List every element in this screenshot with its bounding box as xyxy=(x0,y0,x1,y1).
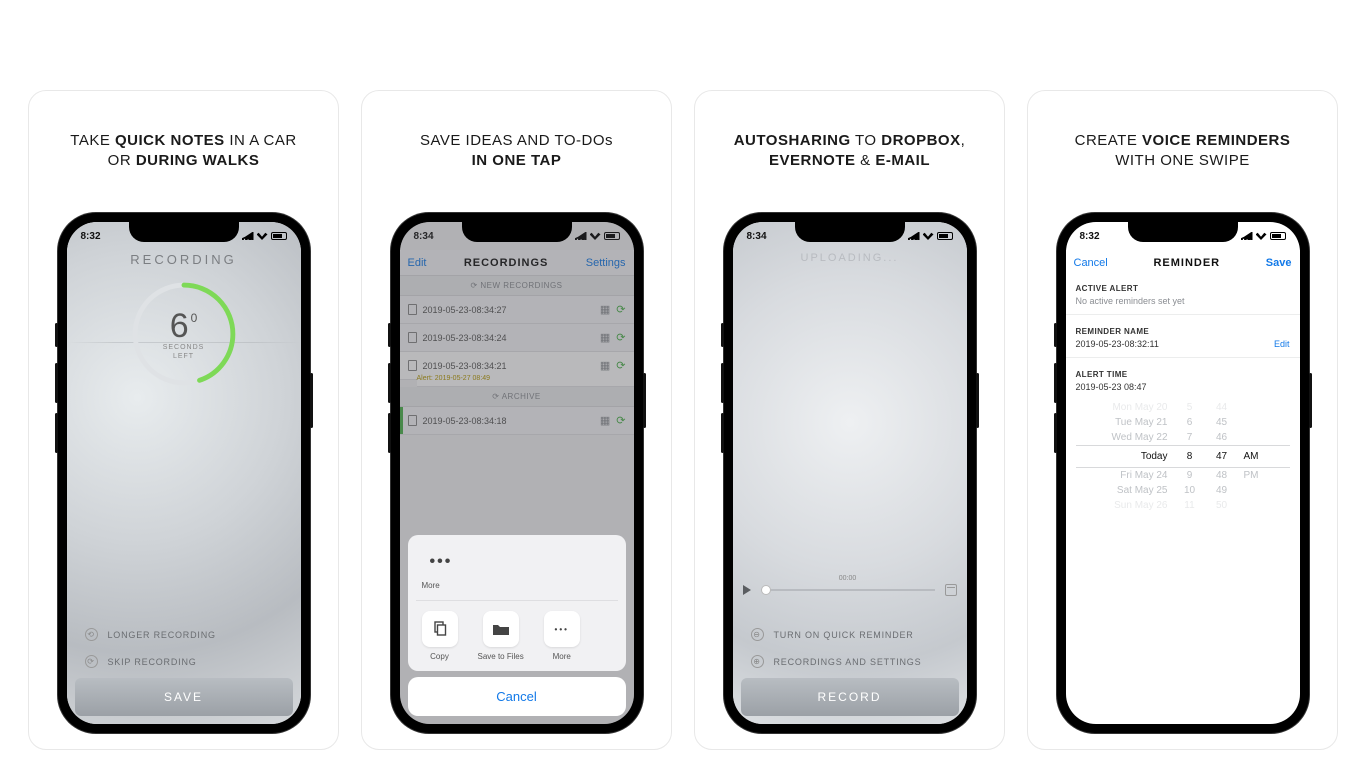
recordings-settings-row[interactable]: ⊕ RECORDINGS AND SETTINGS xyxy=(741,651,959,672)
caption-2: SAVE IDEAS AND TO-DOs IN ONE TAP xyxy=(402,131,631,173)
skip-icon: ⟳ xyxy=(85,655,98,668)
caption-3: AUTOSHARING TO DROPBOX, EVERNOTE & E-MAI… xyxy=(716,131,984,173)
promo-card-1: TAKE QUICK NOTES IN A CAR OR DURING WALK… xyxy=(28,90,339,750)
copy-icon xyxy=(422,611,458,647)
alert-time-label: ALERT TIME xyxy=(1076,370,1290,379)
phone-mock-4: 8:32 Cancel REMINDER Save ACTIVE ALERT N… xyxy=(1057,213,1309,733)
more-label: More xyxy=(422,581,440,590)
status-time: 8:34 xyxy=(747,231,767,242)
promo-card-4: CREATE VOICE REMINDERS WITH ONE SWIPE 8:… xyxy=(1027,90,1338,750)
battery-icon xyxy=(937,232,953,240)
slider-knob[interactable] xyxy=(761,585,771,595)
screenshot-gallery: TAKE QUICK NOTES IN A CAR OR DURING WALK… xyxy=(0,0,1366,760)
quick-reminder-row[interactable]: ⊖ TURN ON QUICK REMINDER xyxy=(741,624,959,645)
wifi-icon xyxy=(923,232,934,240)
recording-title: RECORDING xyxy=(67,252,301,267)
play-icon[interactable] xyxy=(743,585,751,595)
battery-icon xyxy=(271,232,287,240)
navbar-title: REMINDER xyxy=(1153,257,1220,269)
signal-icon xyxy=(908,232,920,240)
edit-name-button[interactable]: Edit xyxy=(1274,339,1290,349)
phone-mock-3: 8:34 UPLOADING... 00:00 ⊖ TURN ON QUICK … xyxy=(724,213,976,733)
uploading-title: UPLOADING... xyxy=(733,252,967,264)
active-alert-label: ACTIVE ALERT xyxy=(1076,284,1290,293)
reminder-icon: ⊖ xyxy=(751,628,764,641)
track-time: 00:00 xyxy=(839,575,857,582)
folder-icon xyxy=(483,611,519,647)
active-alert-subtitle: No active reminders set yet xyxy=(1076,296,1290,306)
status-time: 8:32 xyxy=(1080,231,1100,242)
battery-icon xyxy=(1270,232,1286,240)
picker-selected-row: Today847AM xyxy=(1076,445,1290,468)
track-slider[interactable]: 00:00 xyxy=(761,589,935,591)
screen-4: 8:32 Cancel REMINDER Save ACTIVE ALERT N… xyxy=(1066,222,1300,724)
record-button[interactable]: RECORD xyxy=(741,678,959,716)
promo-card-3: AUTOSHARING TO DROPBOX, EVERNOTE & E-MAI… xyxy=(694,90,1005,750)
wifi-icon xyxy=(1256,232,1267,240)
more-icon: ••• xyxy=(544,611,580,647)
datetime-picker[interactable]: Mon May 20544 Tue May 21645 Wed May 2274… xyxy=(1076,400,1290,513)
copy-action[interactable]: Copy xyxy=(422,611,458,661)
caption-4: CREATE VOICE REMINDERS WITH ONE SWIPE xyxy=(1057,131,1309,173)
caption-1: TAKE QUICK NOTES IN A CAR OR DURING WALK… xyxy=(52,131,314,173)
countdown-ring: 60 SECONDS LEFT xyxy=(129,279,239,389)
longer-recording-row[interactable]: ⟲ LONGER RECORDING xyxy=(75,624,293,645)
settings-icon: ⊕ xyxy=(751,655,764,668)
more-action[interactable]: ••• More xyxy=(544,611,580,661)
status-time: 8:32 xyxy=(81,231,101,242)
save-button[interactable]: SAVE xyxy=(75,678,293,716)
screen-3: 8:34 UPLOADING... 00:00 ⊖ TURN ON QUICK … xyxy=(733,222,967,724)
more-icon[interactable]: ••• xyxy=(422,547,461,577)
calendar-icon[interactable] xyxy=(945,584,957,596)
promo-card-2: SAVE IDEAS AND TO-DOs IN ONE TAP 8:34 Ed… xyxy=(361,90,672,750)
navbar: Cancel REMINDER Save xyxy=(1066,250,1300,276)
cancel-button[interactable]: Cancel xyxy=(1074,257,1108,269)
screen-1: 8:32 RECORDING 60 SECONDS LEFT xyxy=(67,222,301,724)
skip-recording-row[interactable]: ⟳ SKIP RECORDING xyxy=(75,651,293,672)
save-button[interactable]: Save xyxy=(1266,257,1292,269)
save-to-files-action[interactable]: Save to Files xyxy=(478,611,524,661)
phone-mock-2: 8:34 Edit RECORDINGS Settings ⟳ NEW RECO… xyxy=(391,213,643,733)
seconds-value: 6 xyxy=(170,307,189,346)
share-sheet: ••• More Copy Save to Files xyxy=(408,535,626,716)
signal-icon xyxy=(1241,232,1253,240)
screen-2: 8:34 Edit RECORDINGS Settings ⟳ NEW RECO… xyxy=(400,222,634,724)
plus-icon: ⟲ xyxy=(85,628,98,641)
reminder-name-label: REMINDER NAME xyxy=(1076,327,1290,336)
cancel-button[interactable]: Cancel xyxy=(408,677,626,716)
wifi-icon xyxy=(257,232,268,240)
signal-icon xyxy=(242,232,254,240)
alert-time-value: 2019-05-23 08:47 xyxy=(1076,382,1290,392)
reminder-name-value: 2019-05-23-08:32:11 xyxy=(1076,339,1159,349)
seconds-label: SECONDS LEFT xyxy=(163,344,205,361)
phone-mock-1: 8:32 RECORDING 60 SECONDS LEFT xyxy=(58,213,310,733)
audio-player: 00:00 xyxy=(743,584,957,596)
